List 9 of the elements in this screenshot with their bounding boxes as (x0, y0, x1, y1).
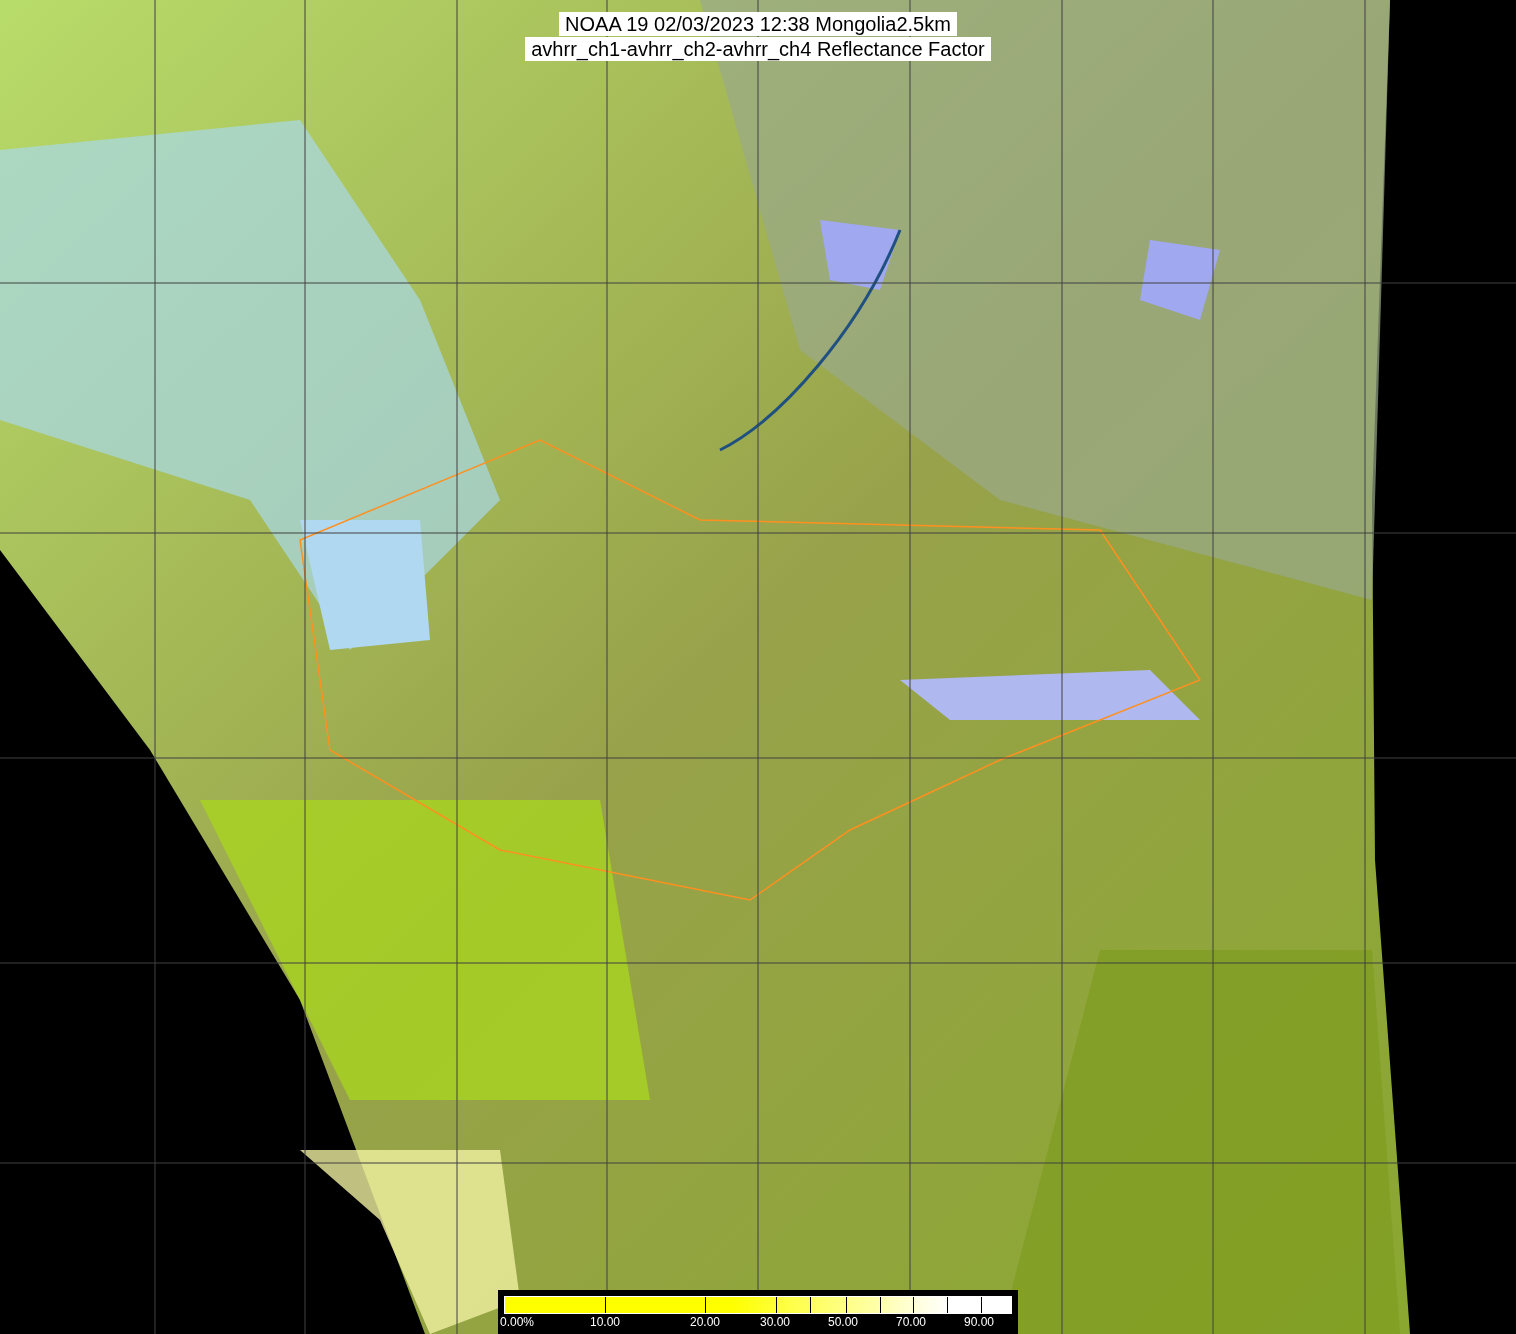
colorbar-label: 10.00 (590, 1314, 621, 1330)
map-title: NOAA 19 02/03/2023 12:38 Mongolia2.5km (559, 12, 957, 36)
colorbar-label: 70.00 (896, 1314, 927, 1330)
colorbar-label: 0.00% (500, 1314, 535, 1330)
colorbar-label: 20.00 (690, 1314, 721, 1330)
map-title: avhrr_ch1-avhrr_ch2-avhrr_ch4 Reflectance Factor (525, 37, 991, 61)
colorbar-label: 30.00 (760, 1314, 791, 1330)
colorbar-label: 90.00 (964, 1314, 995, 1330)
colorbar-label: 50.00 (828, 1314, 859, 1330)
